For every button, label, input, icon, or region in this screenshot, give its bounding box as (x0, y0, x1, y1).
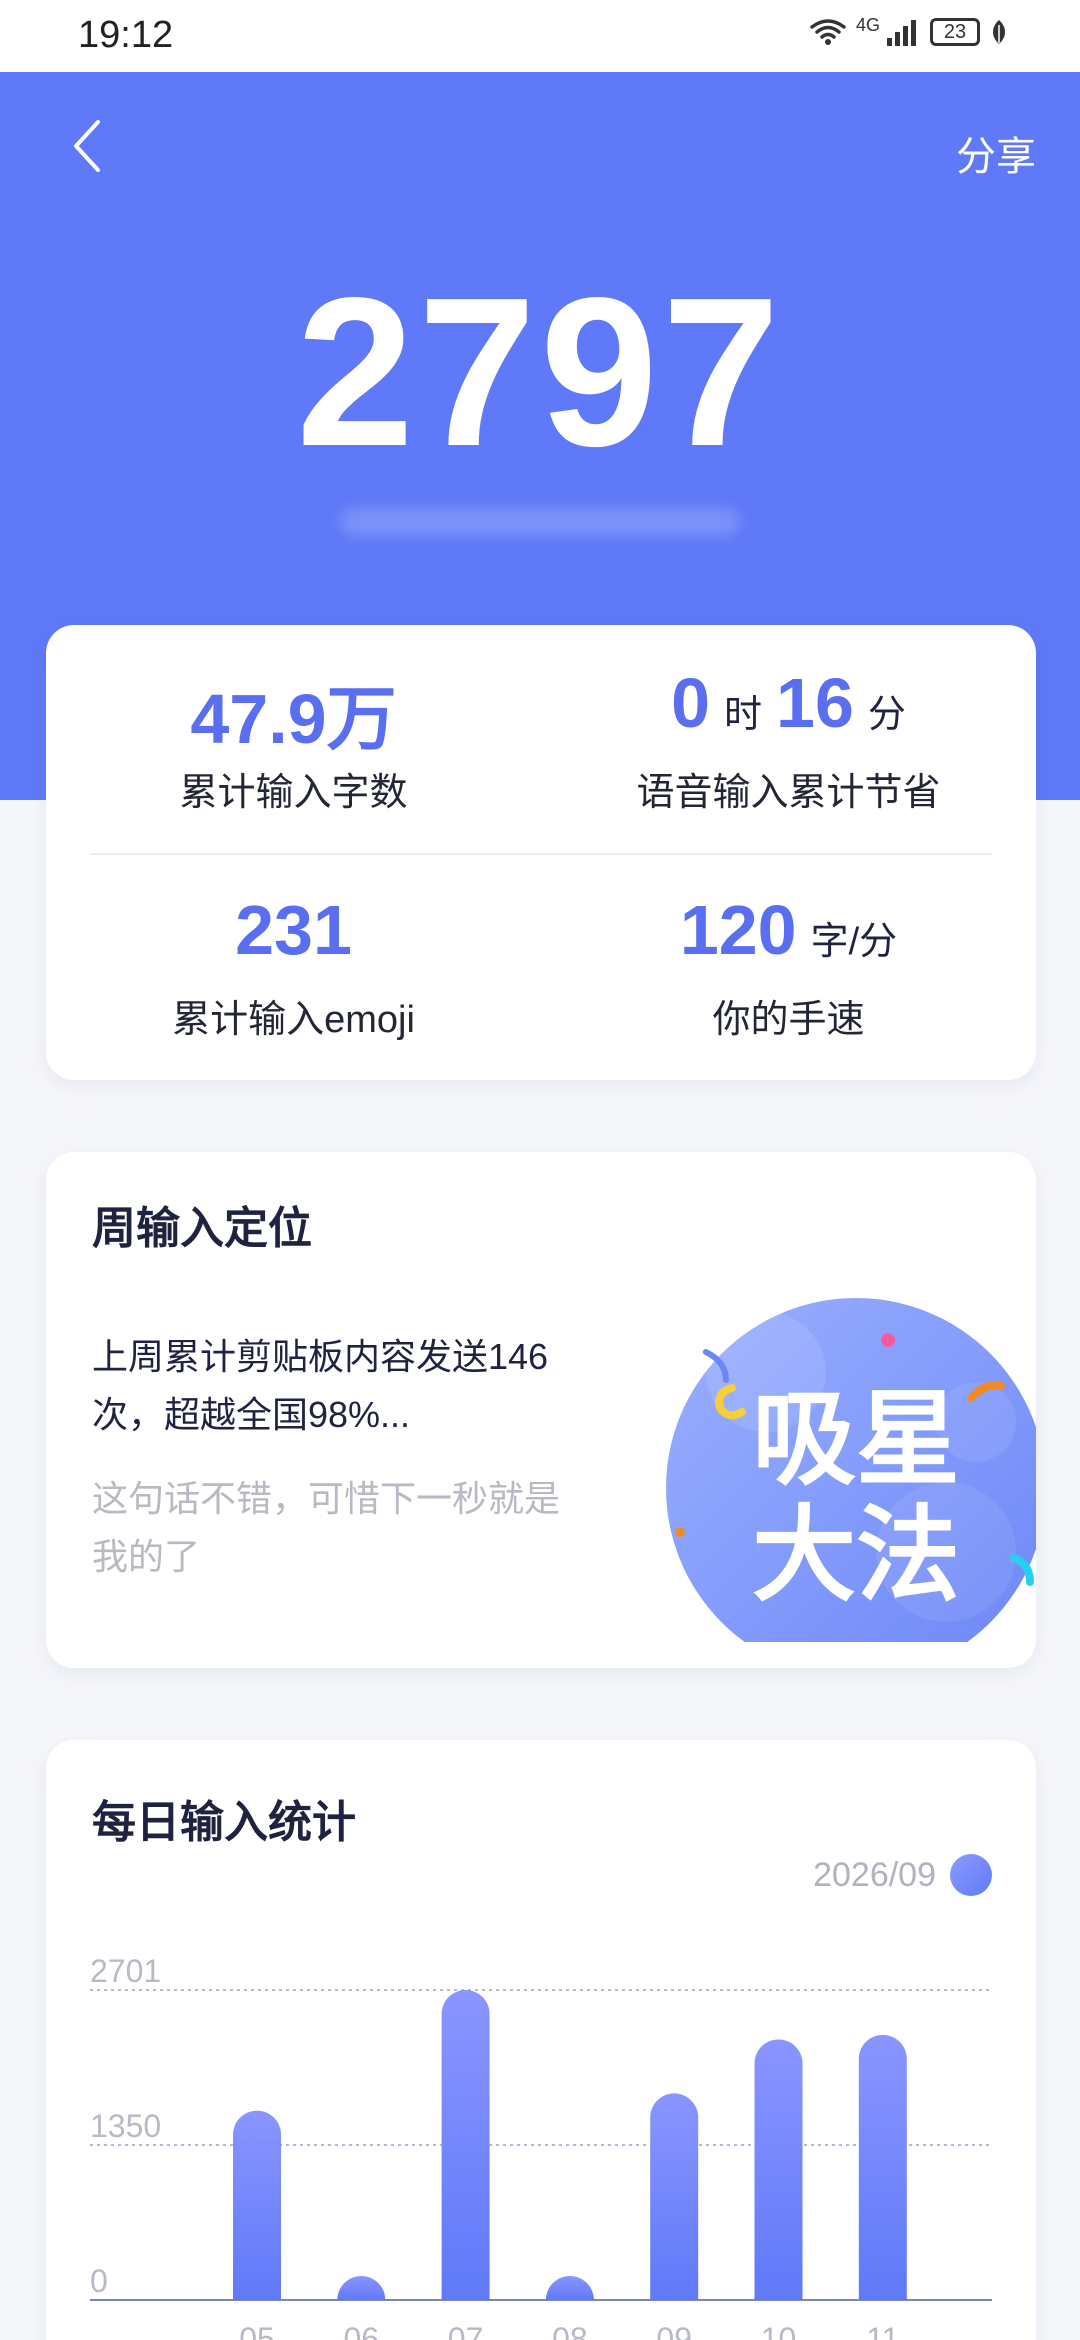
x-tick-label: 05 (239, 2321, 275, 2340)
bar-10[interactable] (754, 2039, 803, 2300)
stat-speed: 120 字/分 你的手速 (541, 890, 1036, 1043)
stat-speed-value: 120 (679, 891, 797, 969)
status-bar: 19:12 4G 23 (0, 0, 1080, 72)
hero-blurred-subtitle (340, 508, 740, 536)
weekly-description: 上周累计剪贴板内容发送146次，超越全国98%... (92, 1336, 549, 1435)
stat-total-chars-value: 47.9万 (190, 680, 397, 758)
x-tick-label: 07 (448, 2321, 484, 2340)
page: 19:12 4G 23 分享 2797 47.9万 累计输入字数 0 时 16 … (0, 0, 1080, 2340)
bar-11[interactable] (858, 2034, 907, 2300)
badge-text-line1: 吸星 (751, 1382, 960, 1498)
stat-speed-unit: 字/分 (810, 921, 898, 963)
badge-text: 吸星 大法 (666, 1382, 1046, 1614)
network-type-label: 4G (855, 14, 880, 35)
stat-voice-minutes-unit: 分 (867, 694, 906, 736)
wifi-icon (810, 19, 846, 45)
leaf-icon (993, 20, 1005, 44)
share-button[interactable]: 分享 (956, 124, 1036, 182)
weekly-card: 周输入定位 上周累计剪贴板内容发送146次，超越全国98%... 这句话不错，可… (46, 1152, 1046, 1678)
stat-total-chars: 47.9万 累计输入字数 (46, 663, 541, 816)
y-tick-label: 1350 (90, 2108, 161, 2144)
y-tick-label: 0 (90, 2263, 108, 2299)
stat-voice-hours: 0 (671, 664, 711, 742)
status-icons: 4G 23 (810, 14, 1008, 46)
hero-total-number: 2797 (296, 253, 784, 490)
bar-09[interactable] (650, 2093, 699, 2300)
x-tick-label: 11 (866, 2321, 899, 2340)
stats-divider (90, 853, 992, 855)
badge-text-line2: 大法 (751, 1498, 960, 1614)
x-tick-label: 08 (552, 2321, 588, 2340)
weekly-badge: 吸星 大法 (616, 1222, 1046, 1678)
stat-voice-saved: 0 时 16 分 语音输入累计节省 (541, 663, 1036, 816)
signal-icon (887, 20, 916, 46)
stat-voice-hours-unit: 时 (724, 694, 763, 736)
x-tick-label: 09 (656, 2321, 692, 2340)
stat-voice-saved-label: 语音输入累计节省 (636, 772, 941, 814)
stat-emoji-value: 231 (235, 891, 352, 969)
battery-icon: 23 (930, 18, 980, 46)
daily-card: 每日输入统计 2026/09 2701 1350 0 05 06 07 08 09 10 11 (46, 1740, 1036, 2340)
stat-speed-label: 你的手速 (712, 999, 865, 1041)
x-tick-label: 06 (344, 2321, 380, 2340)
bar-05[interactable] (233, 2110, 281, 2300)
x-tick-label: 10 (761, 2321, 797, 2340)
bar-07[interactable] (441, 1990, 490, 2300)
weekly-title: 周输入定位 (92, 1204, 312, 1253)
battery-level: 23 (943, 21, 967, 43)
chevron-left-icon (74, 120, 100, 172)
status-time: 19:12 (78, 14, 174, 56)
stat-total-chars-label: 累计输入字数 (179, 772, 408, 814)
back-button[interactable] (62, 116, 112, 176)
weekly-hint: 这句话不错，可惜下一秒就是我的了 (92, 1478, 561, 1577)
bar-08[interactable] (545, 2276, 594, 2300)
stat-emoji: 231 累计输入emoji (46, 890, 541, 1043)
stat-emoji-label: 累计输入emoji (172, 999, 415, 1041)
bar-06[interactable] (337, 2276, 386, 2300)
stat-voice-minutes: 16 (776, 664, 854, 742)
y-tick-label: 2701 (90, 1953, 161, 1989)
daily-bar-chart: 2701 1350 0 05 06 07 08 09 10 11 (90, 1953, 992, 2340)
stats-card: 47.9万 累计输入字数 0 时 16 分 语音输入累计节省 231 累计输入e… (46, 625, 1036, 1080)
